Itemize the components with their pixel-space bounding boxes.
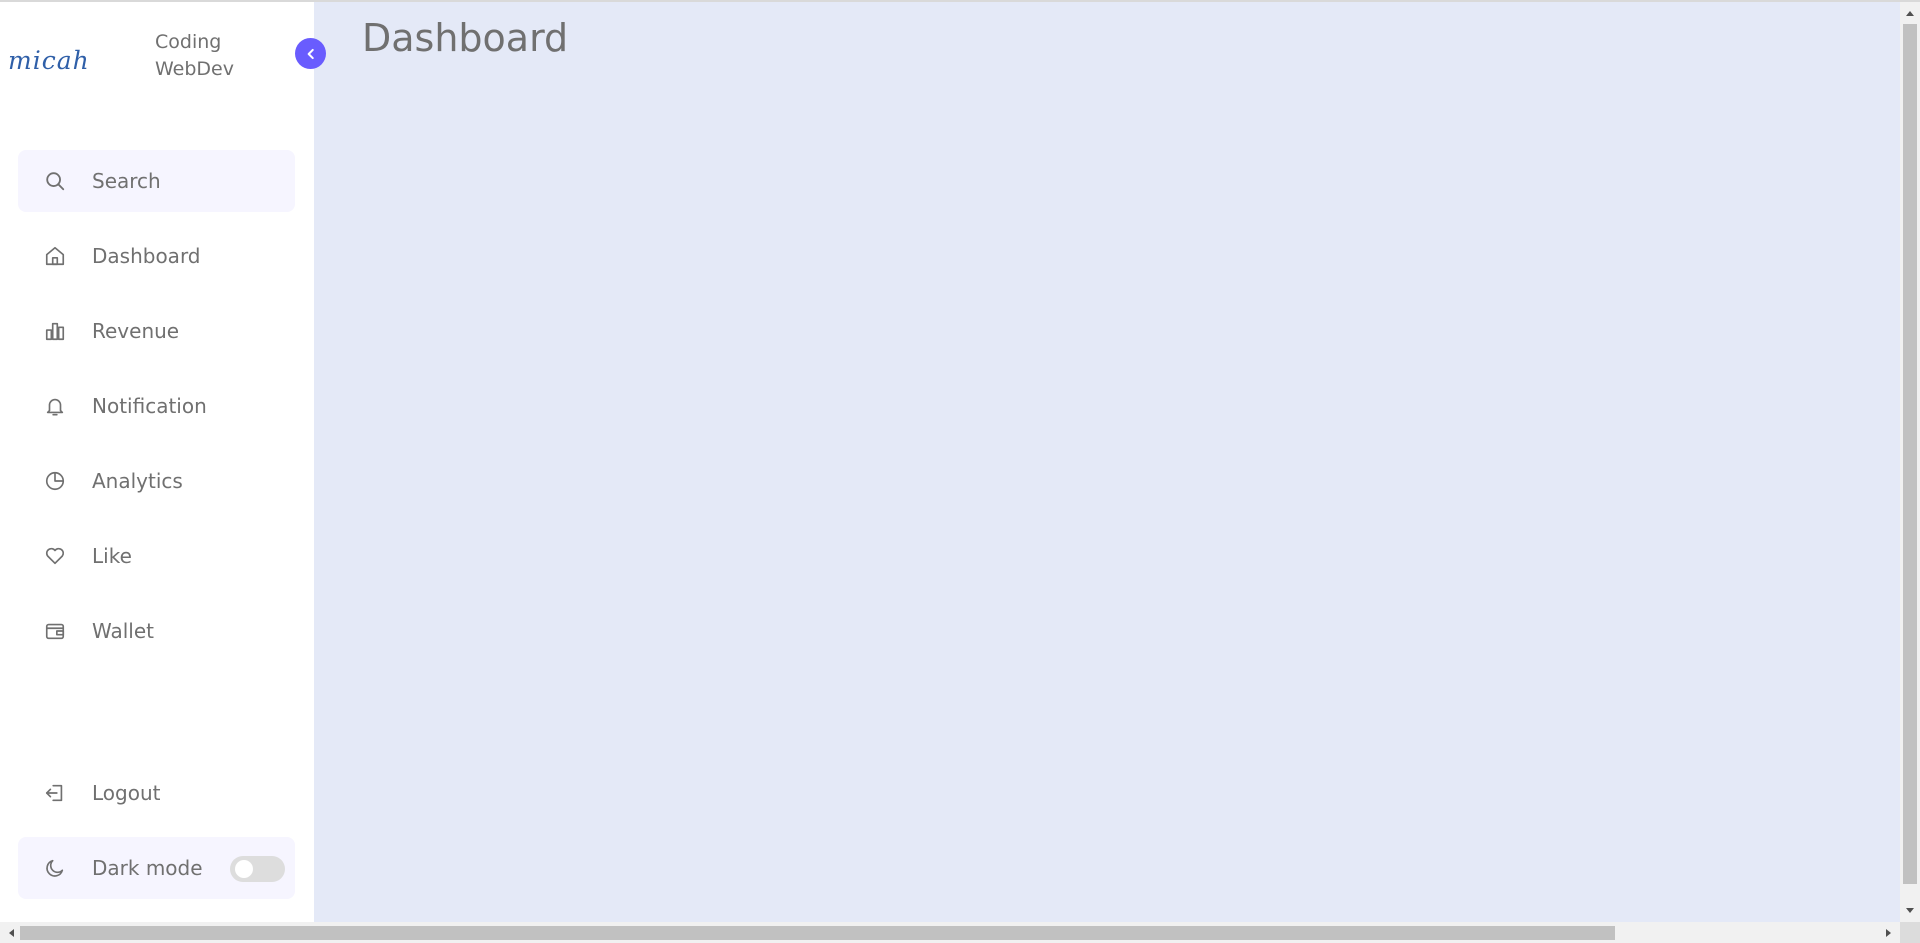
vertical-scrollbar[interactable] [1900, 2, 1920, 922]
dark-mode-toggle-knob [235, 860, 253, 878]
search-icon [18, 150, 92, 212]
scrollbar-corner [1900, 922, 1920, 943]
bell-icon [18, 375, 92, 437]
sidebar-item-dashboard[interactable]: Dashboard [18, 225, 295, 287]
sidebar-bottom: Logout Dark mode [18, 762, 295, 912]
sidebar-item-label: Wallet [92, 619, 155, 643]
brand-logo: micah [8, 46, 90, 75]
sidebar-header: micah Coding WebDev [0, 2, 314, 112]
scroll-left-arrow-icon[interactable] [2, 923, 20, 943]
scroll-up-arrow-icon[interactable] [1900, 4, 1920, 22]
horizontal-scrollbar-thumb[interactable] [20, 926, 1615, 940]
search-input[interactable] [92, 169, 282, 193]
sidebar-item-label: Notification [92, 394, 207, 418]
wallet-icon [18, 600, 92, 662]
sidebar-item-wallet[interactable]: Wallet [18, 600, 295, 662]
sidebar: micah Coding WebDev Dashboard [0, 2, 314, 922]
sidebar-item-revenue[interactable]: Revenue [18, 300, 295, 362]
brand-name-line1: Coding [155, 31, 222, 53]
sidebar-item-label: Revenue [92, 319, 180, 343]
sidebar-collapse-button[interactable] [295, 38, 326, 69]
page-title: Dashboard [362, 16, 569, 60]
chevron-left-icon [304, 47, 318, 61]
sidebar-item-label: Analytics [92, 469, 183, 493]
main-content: Dashboard [314, 2, 1900, 922]
dark-mode-label: Dark mode [92, 856, 203, 880]
scroll-down-arrow-icon[interactable] [1900, 902, 1920, 920]
vertical-scrollbar-thumb[interactable] [1903, 24, 1917, 884]
bar-chart-icon [18, 300, 92, 362]
heart-icon [18, 525, 92, 587]
sidebar-item-analytics[interactable]: Analytics [18, 450, 295, 512]
home-icon [18, 225, 92, 287]
sidebar-item-label: Like [92, 544, 132, 568]
logout-icon [18, 762, 92, 824]
sidebar-item-label: Dashboard [92, 244, 201, 268]
sidebar-menu: Dashboard Revenue Notification [18, 150, 295, 675]
scroll-right-arrow-icon[interactable] [1880, 923, 1898, 943]
horizontal-scrollbar[interactable] [0, 922, 1900, 943]
logout-label: Logout [92, 781, 161, 805]
sidebar-item-notification[interactable]: Notification [18, 375, 295, 437]
search-box[interactable] [18, 150, 295, 212]
moon-icon [18, 837, 92, 899]
dark-mode-toggle[interactable] [230, 856, 285, 882]
brand-name-line2: WebDev [155, 58, 234, 80]
dark-mode-row[interactable]: Dark mode [18, 837, 295, 899]
sidebar-item-like[interactable]: Like [18, 525, 295, 587]
brand-name: Coding WebDev [155, 29, 255, 83]
logout-button[interactable]: Logout [18, 762, 295, 824]
pie-chart-icon [18, 450, 92, 512]
